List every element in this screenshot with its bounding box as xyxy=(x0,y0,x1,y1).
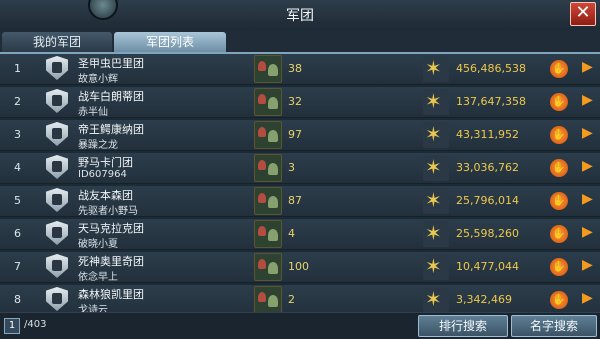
star-badge-icon: ✶ xyxy=(423,254,449,280)
star-badge-icon: ✶ xyxy=(423,89,449,115)
legion-row[interactable]: 4 野马卡门团 ID607964 3 ✶ 33,036,762 ✋ ▶ xyxy=(0,153,600,184)
legion-name: 圣甲虫巴里团 xyxy=(78,57,144,70)
arrow-right-icon[interactable]: ▶ xyxy=(582,125,593,141)
soldiers-icon xyxy=(254,286,282,314)
current-page-input[interactable]: 1 xyxy=(4,318,20,334)
member-count: 3 xyxy=(288,161,295,174)
member-count: 32 xyxy=(288,95,302,108)
legion-emblem-icon xyxy=(46,287,68,311)
legion-power: 10,477,044 xyxy=(456,260,519,273)
rank-number: 5 xyxy=(14,194,21,207)
window-title: 军团 xyxy=(286,8,314,24)
legion-name: 野马卡门团 xyxy=(78,156,133,169)
legion-name: 死神奥里奇团 xyxy=(78,255,144,268)
star-badge-icon: ✶ xyxy=(423,122,449,148)
legion-emblem-icon xyxy=(46,254,68,278)
rank-number: 7 xyxy=(14,260,21,273)
legion-leader: 赤半仙 xyxy=(78,107,108,118)
arrow-right-icon[interactable]: ▶ xyxy=(582,158,593,174)
soldiers-icon xyxy=(254,154,282,182)
legion-emblem-icon xyxy=(46,89,68,113)
legion-leader: 暴躁之龙 xyxy=(78,140,118,151)
legion-name: 战车白朗蒂团 xyxy=(78,90,144,103)
tab-bar: 我的军团 军团列表 xyxy=(0,30,600,54)
close-button[interactable]: ✕ xyxy=(570,2,596,26)
name-search-button[interactable]: 名字搜索 xyxy=(511,315,597,337)
legion-emblem-icon xyxy=(46,56,68,80)
arrow-right-icon[interactable]: ▶ xyxy=(582,92,593,108)
apply-hand-icon[interactable]: ✋ xyxy=(550,159,568,177)
soldiers-icon xyxy=(254,88,282,116)
member-count: 2 xyxy=(288,293,295,306)
rank-number: 4 xyxy=(14,161,21,174)
legion-emblem-icon xyxy=(46,122,68,146)
legion-row[interactable]: 5 战友本森团 先驱者小野马 87 ✶ 25,796,014 ✋ ▶ xyxy=(0,186,600,217)
arrow-right-icon[interactable]: ▶ xyxy=(582,224,593,240)
star-badge-icon: ✶ xyxy=(423,287,449,313)
legion-power: 33,036,762 xyxy=(456,161,519,174)
member-count: 87 xyxy=(288,194,302,207)
legion-leader: 先驱者小野马 xyxy=(78,206,138,217)
star-badge-icon: ✶ xyxy=(423,188,449,214)
soldiers-icon xyxy=(254,121,282,149)
apply-hand-icon[interactable]: ✋ xyxy=(550,60,568,78)
legion-power: 456,486,538 xyxy=(456,62,526,75)
legion-row[interactable]: 6 天马克拉克团 破晓小夏 4 ✶ 25,598,260 ✋ ▶ xyxy=(0,219,600,250)
legion-name: 帝王鳄康纳团 xyxy=(78,123,144,136)
soldiers-icon xyxy=(254,187,282,215)
legion-row[interactable]: 3 帝王鳄康纳团 暴躁之龙 97 ✶ 43,311,952 ✋ ▶ xyxy=(0,120,600,151)
legion-leader: 依念早上 xyxy=(78,272,118,283)
arrow-right-icon[interactable]: ▶ xyxy=(582,191,593,207)
pagination-bar: 1 /403 排行搜索 名字搜索 xyxy=(0,312,600,339)
rank-number: 1 xyxy=(14,62,21,75)
legion-power: 25,796,014 xyxy=(456,194,519,207)
legion-leader: 破晓小夏 xyxy=(78,239,118,250)
legion-leader: 故意小辉 xyxy=(78,74,118,85)
legion-name: 战友本森团 xyxy=(78,189,133,202)
rank-number: 3 xyxy=(14,128,21,141)
rank-number: 6 xyxy=(14,227,21,240)
tab-my-legion[interactable]: 我的军团 xyxy=(2,32,112,52)
legion-row[interactable]: 1 圣甲虫巴里团 故意小辉 38 ✶ 456,486,538 ✋ ▶ xyxy=(0,54,600,85)
soldiers-icon xyxy=(254,253,282,281)
total-pages: /403 xyxy=(24,319,47,330)
legion-emblem-icon xyxy=(46,221,68,245)
legion-emblem-icon xyxy=(46,188,68,212)
legion-row[interactable]: 2 战车白朗蒂团 赤半仙 32 ✶ 137,647,358 ✋ ▶ xyxy=(0,87,600,118)
rank-search-button[interactable]: 排行搜索 xyxy=(418,315,508,337)
legion-leader: ID607964 xyxy=(78,169,127,180)
legion-power: 137,647,358 xyxy=(456,95,526,108)
legion-power: 43,311,952 xyxy=(456,128,519,141)
member-count: 4 xyxy=(288,227,295,240)
star-badge-icon: ✶ xyxy=(423,56,449,82)
arrow-right-icon[interactable]: ▶ xyxy=(582,257,593,273)
legion-row[interactable]: 7 死神奥里奇团 依念早上 100 ✶ 10,477,044 ✋ ▶ xyxy=(0,252,600,283)
apply-hand-icon[interactable]: ✋ xyxy=(550,258,568,276)
apply-hand-icon[interactable]: ✋ xyxy=(550,225,568,243)
legion-name: 天马克拉克团 xyxy=(78,222,144,235)
rank-number: 8 xyxy=(14,293,21,306)
legion-power: 25,598,260 xyxy=(456,227,519,240)
star-badge-icon: ✶ xyxy=(423,221,449,247)
rank-number: 2 xyxy=(14,95,21,108)
apply-hand-icon[interactable]: ✋ xyxy=(550,126,568,144)
member-count: 100 xyxy=(288,260,309,273)
legion-power: 3,342,469 xyxy=(456,293,512,306)
member-count: 97 xyxy=(288,128,302,141)
tab-legion-list[interactable]: 军团列表 xyxy=(114,32,226,52)
soldiers-icon xyxy=(254,220,282,248)
legion-name: 森林狼凯里团 xyxy=(78,288,144,301)
apply-hand-icon[interactable]: ✋ xyxy=(550,291,568,309)
title-bar: 军团 ✕ xyxy=(0,0,600,31)
arrow-right-icon[interactable]: ▶ xyxy=(582,59,593,75)
member-count: 38 xyxy=(288,62,302,75)
star-badge-icon: ✶ xyxy=(423,155,449,181)
soldiers-icon xyxy=(254,55,282,83)
apply-hand-icon[interactable]: ✋ xyxy=(550,192,568,210)
apply-hand-icon[interactable]: ✋ xyxy=(550,93,568,111)
arrow-right-icon[interactable]: ▶ xyxy=(582,290,593,306)
legion-emblem-icon xyxy=(46,155,68,179)
